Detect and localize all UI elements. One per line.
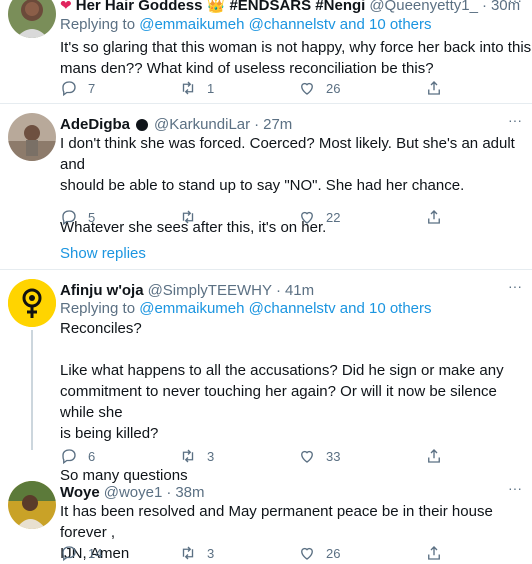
user-handle[interactable]: @woye1	[104, 484, 163, 501]
avatar[interactable]	[8, 113, 56, 161]
user-handle[interactable]: @Queenyetty1_	[369, 0, 478, 14]
retweet-icon	[182, 210, 194, 224]
reply-button[interactable]: 14	[60, 544, 102, 562]
reply-icon	[62, 210, 76, 226]
reply-icon	[62, 546, 76, 562]
retweet-button[interactable]: 1	[179, 79, 214, 97]
replying-to: Replying to @emmaikumeh @channelstv and …	[60, 300, 432, 317]
more-icon[interactable]: ···	[508, 278, 522, 294]
reply-button[interactable]: 7	[60, 79, 95, 97]
mention-link[interactable]: and 10 others	[340, 16, 432, 33]
share-button[interactable]	[425, 447, 453, 465]
reply-icon	[62, 449, 76, 465]
reply-icon	[62, 81, 76, 97]
replying-to: Replying to @emmaikumeh @channelstv and …	[60, 16, 432, 33]
avatar[interactable]	[8, 481, 56, 529]
share-icon	[428, 449, 440, 463]
like-button[interactable]: 26	[298, 79, 340, 97]
like-icon	[301, 547, 313, 560]
mention-link[interactable]: @channelstv	[249, 16, 336, 33]
avatar[interactable]	[8, 0, 56, 38]
like-icon	[301, 211, 313, 224]
more-icon[interactable]: ···	[508, 112, 522, 128]
retweet-button[interactable]: 3	[179, 447, 214, 465]
like-icon	[301, 82, 313, 95]
tweet-text: I don't think she was forced. Coerced? M…	[60, 135, 515, 236]
timestamp[interactable]: 41m	[285, 282, 314, 299]
timestamp[interactable]: 38m	[175, 484, 204, 501]
mention-link[interactable]: @channelstv	[249, 300, 336, 317]
retweet-icon	[182, 449, 194, 463]
user-handle[interactable]: @KarkundiLar	[154, 116, 250, 133]
share-button[interactable]	[425, 79, 453, 97]
display-name[interactable]: Woye	[60, 484, 100, 501]
share-icon	[428, 546, 440, 560]
avatar[interactable]	[8, 279, 56, 327]
mention-link[interactable]: and 10 others	[340, 300, 432, 317]
timestamp[interactable]: 27m	[263, 116, 292, 133]
display-name[interactable]: Afinju w'oja	[60, 282, 144, 299]
user-handle[interactable]: @SimplyTEEWHY	[148, 282, 272, 299]
reply-button[interactable]: 6	[60, 447, 95, 465]
like-button[interactable]: 22	[298, 208, 340, 226]
tweet-text: It has been resolved and May permanent p…	[60, 503, 493, 562]
more-icon[interactable]: ···	[508, 480, 522, 496]
thread-line	[31, 330, 33, 450]
heart-emoji-icon: ❤	[60, 0, 72, 13]
like-icon	[301, 450, 313, 463]
divider	[0, 269, 532, 270]
retweet-button[interactable]	[179, 208, 207, 226]
like-button[interactable]: 26	[298, 544, 340, 562]
like-button[interactable]: 33	[298, 447, 340, 465]
divider	[0, 103, 532, 104]
share-button[interactable]	[425, 544, 453, 562]
share-icon	[428, 81, 440, 95]
mention-link[interactable]: @emmaikumeh	[139, 300, 244, 317]
tweet-text: It's so glaring that this woman is not h…	[60, 39, 532, 77]
show-replies-link[interactable]: Show replies	[60, 245, 146, 262]
retweet-icon	[182, 546, 194, 560]
retweet-icon	[182, 81, 194, 95]
display-name[interactable]: AdeDigba	[60, 116, 130, 133]
more-icon[interactable]: ···	[508, 0, 522, 8]
retweet-button[interactable]: 3	[179, 544, 214, 562]
share-icon	[428, 210, 440, 224]
tweet-text: Reconciles? Like what happens to all the…	[60, 320, 504, 484]
reply-button[interactable]: 5	[60, 208, 95, 226]
mention-link[interactable]: @emmaikumeh	[139, 16, 244, 33]
display-name[interactable]: Her Hair Goddess 👑 #ENDSARS #Nengi	[76, 0, 366, 14]
share-button[interactable]	[425, 208, 453, 226]
verified-badge-icon	[136, 118, 149, 131]
